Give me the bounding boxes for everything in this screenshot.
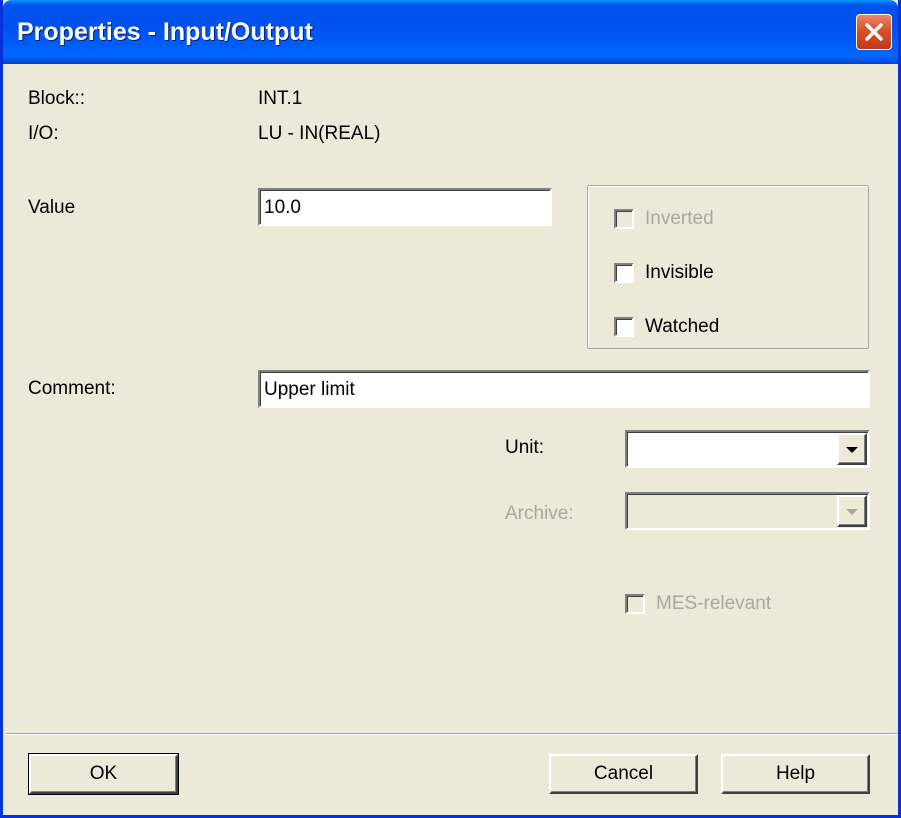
invisible-label[interactable]: Invisible [645, 262, 714, 284]
archive-dropdown-button [837, 495, 867, 527]
comment-input[interactable]: Upper limit [258, 370, 870, 408]
value-input[interactable]: 10.0 [258, 188, 552, 226]
options-group: Inverted Invisible Watched [587, 185, 869, 349]
value-label: Value [28, 197, 76, 218]
mes-relevant-option: MES-relevant [625, 592, 771, 616]
block-value: INT.1 [258, 88, 303, 109]
mes-relevant-label: MES-relevant [656, 593, 772, 614]
window-title: Properties - Input/Output [17, 18, 313, 46]
close-icon [865, 23, 883, 41]
inverted-option: Inverted [614, 207, 714, 231]
archive-label: Archive: [505, 503, 574, 524]
chevron-down-icon [846, 509, 858, 515]
block-label: Block:: [28, 88, 86, 109]
title-bar[interactable]: Properties - Input/Output [3, 0, 898, 64]
inverted-label: Inverted [645, 208, 714, 229]
watched-option[interactable]: Watched [614, 315, 719, 339]
unit-dropdown-button[interactable] [837, 433, 867, 465]
archive-dropdown [625, 492, 870, 530]
help-button[interactable]: Help [721, 754, 870, 794]
properties-dialog: Properties - Input/Output Block:: INT.1 … [0, 0, 901, 818]
watched-checkbox[interactable] [614, 317, 634, 337]
unit-label: Unit: [505, 437, 545, 458]
watched-label[interactable]: Watched [645, 316, 719, 338]
close-button[interactable] [856, 14, 892, 50]
invisible-checkbox[interactable] [614, 263, 634, 283]
button-divider [6, 733, 898, 735]
inverted-checkbox [614, 209, 634, 229]
unit-dropdown[interactable] [625, 430, 870, 468]
comment-label: Comment: [28, 378, 116, 399]
invisible-option[interactable]: Invisible [614, 261, 714, 285]
io-value: LU - IN(REAL) [258, 123, 381, 144]
chevron-down-icon [846, 447, 858, 453]
ok-button[interactable]: OK [28, 753, 179, 795]
cancel-button[interactable]: Cancel [549, 754, 698, 794]
mes-relevant-checkbox [625, 594, 645, 614]
io-label: I/O: [28, 123, 59, 144]
